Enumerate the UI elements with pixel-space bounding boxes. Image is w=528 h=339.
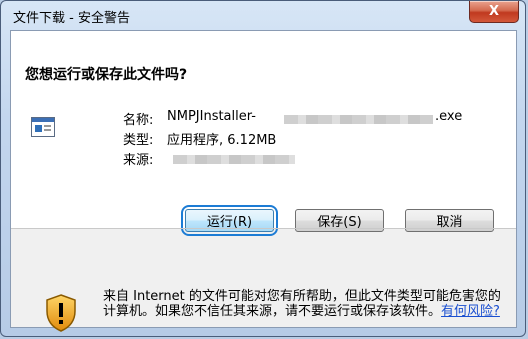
file-name-prefix: NMPJInstaller- — [167, 109, 256, 124]
close-button[interactable]: X — [469, 1, 519, 23]
application-file-icon — [31, 117, 55, 137]
security-warning-text: 来自 Internet 的文件可能对您有所帮助，但此文件类型可能危害您的计算机。… — [103, 289, 513, 319]
file-type-value: 应用程序, 6.12MB — [167, 133, 277, 148]
window-title: 文件下载 - 安全警告 — [13, 11, 130, 26]
file-source-redacted — [173, 155, 295, 164]
separator — [11, 228, 516, 229]
dialog-client: 您想运行或保存此文件吗? 名称: NMPJInstaller- .exe 类型:… — [10, 30, 517, 332]
dialog-question: 您想运行或保存此文件吗? — [25, 67, 188, 83]
file-name-redacted — [284, 115, 433, 124]
file-name-suffix: .exe — [435, 109, 463, 124]
security-warning-window: 文件下载 - 安全警告 X 您想运行或保存此文件吗? 名称: NMPJInsta… — [0, 0, 526, 337]
file-source-label: 来源: — [123, 153, 154, 168]
close-icon: X — [488, 4, 500, 19]
file-name-label: 名称: — [123, 113, 154, 128]
security-shield-icon — [46, 294, 76, 332]
file-type-label: 类型: — [123, 133, 154, 148]
risk-link[interactable]: 有何风险? — [441, 304, 500, 319]
